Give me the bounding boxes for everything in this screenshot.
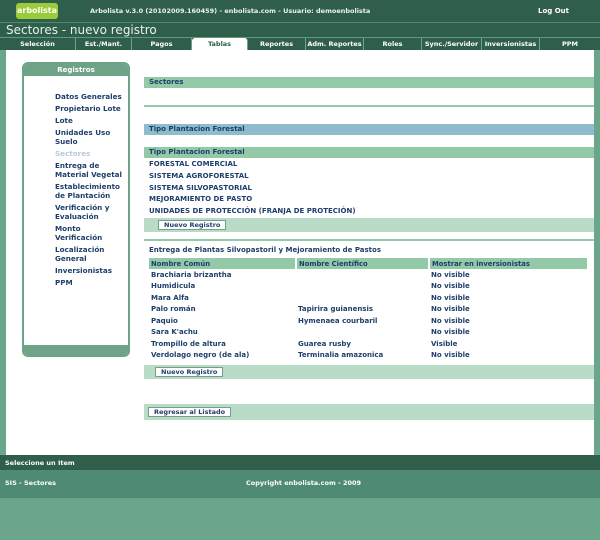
section-title: Sectores <box>144 77 594 88</box>
tipo-row: MEJORAMIENTO DE PASTO <box>149 195 253 203</box>
tipo-new-record-button[interactable]: Nuevo Registro <box>158 220 227 230</box>
content-panel: Registros Datos Generales Propietario Lo… <box>6 50 594 455</box>
app-info: Arbolista v.3.0 (20102009.160459) - enbo… <box>90 7 371 15</box>
sidebar-item-unidades-uso-suelo[interactable]: Unidades Uso Suelo <box>55 128 128 146</box>
sidebar-item-monto-verificacion[interactable]: Monto Verificación <box>55 224 128 242</box>
sidebar-footer <box>24 345 128 355</box>
table-row[interactable]: Palo román Tapirira guianensis No visible <box>149 304 588 316</box>
table-row[interactable]: Mara Alfa No visible <box>149 292 588 304</box>
footer-module: SIS - Sectores <box>5 479 57 487</box>
menu-sync-servidor[interactable]: Sync./Servidor <box>422 38 482 50</box>
top-bar: arbolista Arbolista v.3.0 (20102009.1604… <box>0 0 600 22</box>
col-nombre-cientifico: Nombre Científico <box>296 258 430 269</box>
back-to-list-button[interactable]: Regresar al Listado <box>148 407 232 417</box>
main-menu: Selección Est./Mant. Pagos Tablas Report… <box>0 37 600 50</box>
table-row[interactable]: Paquio Hymenaea courbaril No visible <box>149 315 588 327</box>
tipo-table-header: Tipo Plantacion Forestal <box>144 147 594 158</box>
table-row[interactable]: Humidicula No visible <box>149 281 588 293</box>
title-bar: Sectores - nuevo registro <box>0 22 600 37</box>
sidebar-item-entrega-material[interactable]: Entrega de Material Vegetal <box>55 161 128 179</box>
menu-inversionistas[interactable]: Inversionistas <box>482 38 540 50</box>
menu-seleccion[interactable]: Selección <box>0 38 76 50</box>
sidebar-item-lote[interactable]: Lote <box>55 116 128 125</box>
plantas-section-title: Entrega de Plantas Silvopastoril y Mejor… <box>149 246 382 254</box>
sidebar-list: Datos Generales Propietario Lote Lote Un… <box>24 76 128 287</box>
sidebar-item-propietario-lote[interactable]: Propietario Lote <box>55 104 128 113</box>
table-row[interactable]: Trompillo de altura Guarea rusby Visible <box>149 338 588 350</box>
tipo-row: UNIDADES DE PROTECCIÓN (FRANJA DE PROTEC… <box>149 207 356 215</box>
sidebar-title: Registros <box>24 64 128 76</box>
tipo-row: SISTEMA AGROFORESTAL <box>149 172 249 180</box>
plantas-table: Nombre Común Nombre Científico Mostrar e… <box>149 258 589 361</box>
menu-est-mant[interactable]: Est./Mant. <box>76 38 132 50</box>
sidebar-item-localizacion[interactable]: Localización General <box>55 245 128 263</box>
menu-pagos[interactable]: Pagos <box>132 38 192 50</box>
sidebar: Registros Datos Generales Propietario Lo… <box>22 62 130 357</box>
plantas-new-record-button[interactable]: Nuevo Registro <box>155 367 224 377</box>
col-mostrar: Mostrar en inversionistas <box>429 258 589 269</box>
logout-link[interactable]: Log Out <box>538 7 569 15</box>
divider <box>144 105 594 107</box>
table-row[interactable]: Verdolago negro (de ala) Terminalia amazo… <box>149 350 588 362</box>
menu-tablas[interactable]: Tablas <box>192 38 248 50</box>
page-title: Sectores - nuevo registro <box>6 23 157 37</box>
tipo-row: FORESTAL COMERCIAL <box>149 160 238 168</box>
app-logo: arbolista <box>16 3 58 19</box>
tipo-row: SISTEMA SILVOPASTORIAL <box>149 184 252 192</box>
sidebar-item-establecimiento[interactable]: Establecimiento de Plantación <box>55 182 128 200</box>
table-row[interactable]: Sara K'achu No visible <box>149 327 588 339</box>
sidebar-item-inversionistas[interactable]: Inversionistas <box>55 266 128 275</box>
sidebar-item-sectores[interactable]: Sectores <box>55 149 128 158</box>
table-row[interactable]: Brachiaria brizantha No visible <box>149 269 588 281</box>
tipo-section-title: Tipo Plantacion Forestal <box>144 124 594 135</box>
sidebar-item-ppm[interactable]: PPM <box>55 278 128 287</box>
status-bar: Seleccione un Item <box>0 455 600 470</box>
footer-copyright: Copyright enbolista.com - 2009 <box>246 479 362 487</box>
divider <box>144 239 594 241</box>
menu-adm-reportes[interactable]: Adm. Reportes <box>306 38 364 50</box>
col-nombre-comun: Nombre Común <box>149 258 297 269</box>
status-text: Seleccione un Item <box>5 459 75 467</box>
sidebar-item-verificacion[interactable]: Verificación y Evaluación <box>55 203 128 221</box>
footer: SIS - Sectores Copyright enbolista.com -… <box>0 470 600 498</box>
menu-reportes[interactable]: Reportes <box>248 38 306 50</box>
sidebar-item-datos-generales[interactable]: Datos Generales <box>55 92 128 101</box>
menu-ppm[interactable]: PPM <box>540 38 600 50</box>
menu-roles[interactable]: Roles <box>364 38 422 50</box>
